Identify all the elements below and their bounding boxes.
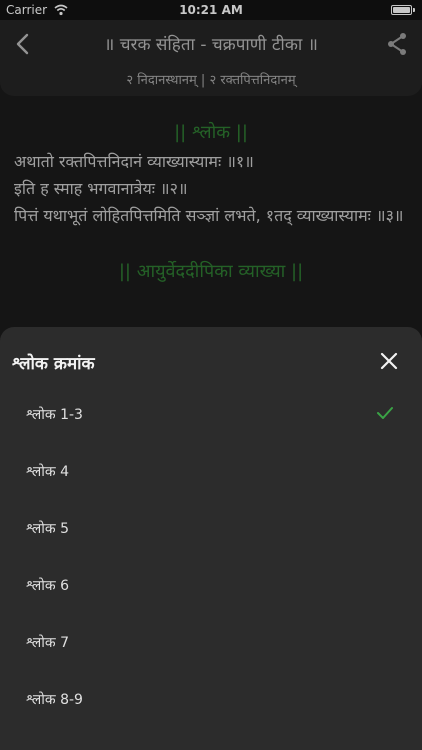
verse-option[interactable]: श्लोक 6 <box>0 556 422 613</box>
verse-option[interactable]: श्लोक 8-9 <box>0 670 422 727</box>
verse-option[interactable]: श्लोक 1-3 <box>0 385 422 442</box>
verse-option-label: श्लोक 8-9 <box>26 692 83 708</box>
verse-option-label: श्लोक 5 <box>26 521 69 537</box>
verse-option[interactable]: श्लोक 4 <box>0 442 422 499</box>
verse-number-sheet: श्लोक क्रमांक श्लोक 1-3 श्लोक 4 श्लोक 5 … <box>0 327 422 750</box>
sheet-title: श्लोक क्रमांक <box>12 354 95 374</box>
verse-option[interactable]: श्लोक 5 <box>0 499 422 556</box>
verse-option-label: श्लोक 4 <box>26 464 69 480</box>
verse-option-list: श्लोक 1-3 श्लोक 4 श्लोक 5 श्लोक 6 श्लोक … <box>0 385 422 727</box>
checkmark-icon <box>377 407 393 419</box>
verse-option-label: श्लोक 6 <box>26 578 69 594</box>
verse-option[interactable]: श्लोक 7 <box>0 613 422 670</box>
close-icon[interactable] <box>380 352 398 370</box>
verse-option-label: श्लोक 1-3 <box>26 407 83 423</box>
verse-option-label: श्लोक 7 <box>26 635 69 651</box>
